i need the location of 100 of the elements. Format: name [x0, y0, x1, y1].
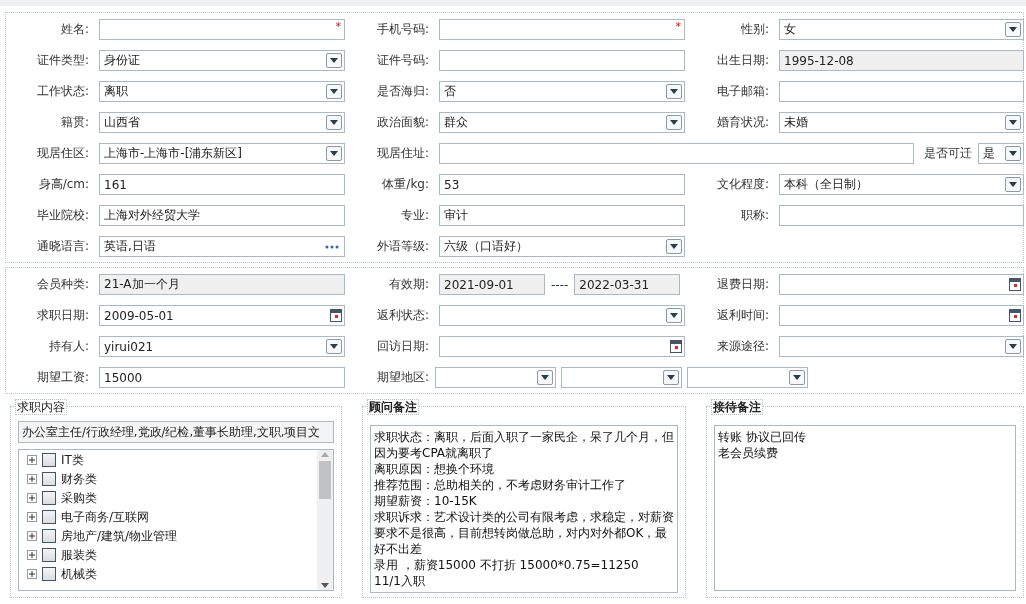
select-field[interactable] [435, 367, 556, 388]
expand-icon[interactable] [27, 455, 37, 465]
field-label: 是否可迁 [923, 145, 973, 162]
field-label: 有效期: [387, 276, 430, 293]
checkbox[interactable] [42, 472, 56, 486]
calendar-icon[interactable] [330, 309, 342, 322]
input-field[interactable] [439, 143, 914, 164]
input-field[interactable]: 2021-09-01 [439, 274, 545, 295]
select-field[interactable]: 女 [779, 19, 1024, 40]
caret-icon [1009, 151, 1017, 156]
input-field[interactable]: * [439, 19, 685, 40]
select-field[interactable] [687, 367, 808, 388]
input-field[interactable]: 1995-12-08 [779, 50, 1024, 71]
select-field[interactable]: 上海市-上海市-[浦东新区] [99, 143, 345, 164]
tree-item[interactable]: 房地产/建筑/物业管理 [61, 527, 178, 545]
expand-icon[interactable] [27, 569, 37, 579]
input-field[interactable]: 上海对外经贸大学 [99, 205, 345, 226]
select-field[interactable]: yirui021 [99, 336, 345, 357]
field-label: 职称: [739, 207, 770, 224]
dropdown-button[interactable] [666, 115, 682, 130]
select-field[interactable]: 身份证 [99, 50, 345, 71]
more-icon[interactable] [325, 244, 339, 249]
tree-item[interactable]: 服装类 [61, 546, 97, 564]
dropdown-button[interactable] [1005, 339, 1021, 354]
field-label: 身高/cm: [37, 176, 90, 193]
expand-icon[interactable] [27, 493, 37, 503]
field-label: 毕业院校: [35, 207, 90, 224]
dropdown-button[interactable] [326, 84, 342, 99]
dropdown-button[interactable] [666, 239, 682, 254]
input-field[interactable]: 15000 [99, 367, 345, 388]
dropdown-button[interactable] [326, 339, 342, 354]
select-field[interactable] [779, 336, 1024, 357]
date-field[interactable]: 2009-05-01 [99, 305, 345, 326]
checkbox[interactable] [42, 491, 56, 505]
input-field[interactable]: 2022-03-31 [574, 274, 681, 295]
input-field[interactable] [779, 81, 1024, 102]
arrow-down-icon[interactable] [321, 583, 329, 588]
field-label: 回访日期: [375, 338, 430, 355]
dropdown-button[interactable] [326, 115, 342, 130]
tree-item[interactable]: 财务类 [61, 470, 97, 488]
tree-item[interactable]: IT类 [61, 451, 84, 469]
dropdown-button[interactable] [537, 370, 553, 385]
checkbox[interactable] [42, 510, 56, 524]
select-field[interactable]: 离职 [99, 81, 345, 102]
select-field[interactable]: 本科（全日制） [779, 174, 1024, 195]
notes-textarea[interactable]: 转账 协议已回传 老会员续费 [714, 425, 1016, 591]
checkbox[interactable] [42, 529, 56, 543]
dropdown-button[interactable] [789, 370, 805, 385]
input-field[interactable]: 53 [439, 174, 685, 195]
input-field[interactable]: * [99, 19, 345, 40]
field-label: 返利状态: [375, 307, 430, 324]
dropdown-button[interactable] [1005, 115, 1021, 130]
input-field[interactable] [439, 50, 685, 71]
select-field[interactable]: 六级（口语好） [439, 236, 685, 257]
expand-icon[interactable] [27, 474, 37, 484]
field-label: 体重/kg: [381, 176, 430, 193]
field-label: 外语等级: [375, 238, 430, 255]
calendar-icon[interactable] [670, 340, 682, 353]
select-field[interactable]: 群众 [439, 112, 685, 133]
tree-item[interactable]: 机械类 [61, 565, 97, 583]
scrollbar[interactable] [317, 450, 333, 590]
date-field[interactable] [439, 336, 685, 357]
caret-icon [330, 151, 338, 156]
checkbox[interactable] [42, 453, 56, 467]
select-field[interactable]: 山西省 [99, 112, 345, 133]
expand-icon[interactable] [27, 531, 37, 541]
select-field[interactable]: 否 [439, 81, 685, 102]
caret-icon [330, 120, 338, 125]
date-field[interactable] [779, 274, 1024, 295]
lookup-field[interactable]: 英语,日语 [99, 236, 345, 257]
field-label: 籍贯: [59, 114, 90, 131]
dropdown-button[interactable] [666, 308, 682, 323]
checkbox[interactable] [42, 548, 56, 562]
select-field[interactable] [561, 367, 682, 388]
expand-icon[interactable] [27, 512, 37, 522]
input-field[interactable]: 审计 [439, 205, 685, 226]
input-field[interactable]: 办公室主任/行政经理,党政/纪检,董事长助理,文职,项目文 [18, 421, 334, 443]
checkbox[interactable] [42, 567, 56, 581]
select-field[interactable]: 未婚 [779, 112, 1024, 133]
dropdown-button[interactable] [1005, 177, 1021, 192]
dropdown-button[interactable] [1005, 146, 1021, 161]
select-field[interactable]: 是 [978, 143, 1024, 164]
dropdown-button[interactable] [326, 53, 342, 68]
calendar-icon[interactable] [1009, 309, 1021, 322]
tree-item[interactable]: 电子商务/互联网 [61, 508, 150, 526]
date-field[interactable] [779, 305, 1024, 326]
tree-item[interactable]: 采购类 [61, 489, 97, 507]
field-label: 性别: [739, 21, 770, 38]
notes-textarea[interactable]: 求职状态：离职，后面入职了一家民企，呆了几个月，但因为要考CPA就离职了 离职原因：想换个环境 推荐范围：总助相关的，不考虑财务审计工作了 期望薪资：10-15K 求职诉求：艺术设计类的公司有限考虑，求稳定，对薪资要求不是很高，目前想转岗做总助，对内对外都OK，最好不出差 录用 ，薪资15000 不打折 15000*0.75=11250 11/1入职 [370, 425, 678, 593]
input-field[interactable]: 161 [99, 174, 345, 195]
calendar-icon[interactable] [1009, 278, 1021, 291]
dropdown-button[interactable] [663, 370, 679, 385]
expand-icon[interactable] [27, 550, 37, 560]
input-field[interactable] [779, 205, 1024, 226]
dropdown-button[interactable] [326, 146, 342, 161]
dropdown-button[interactable] [666, 84, 682, 99]
dropdown-button[interactable] [1005, 22, 1021, 37]
select-field[interactable] [439, 305, 685, 326]
scroll-thumb[interactable] [319, 461, 331, 499]
input-field[interactable]: 21-A加一个月 [99, 274, 345, 295]
